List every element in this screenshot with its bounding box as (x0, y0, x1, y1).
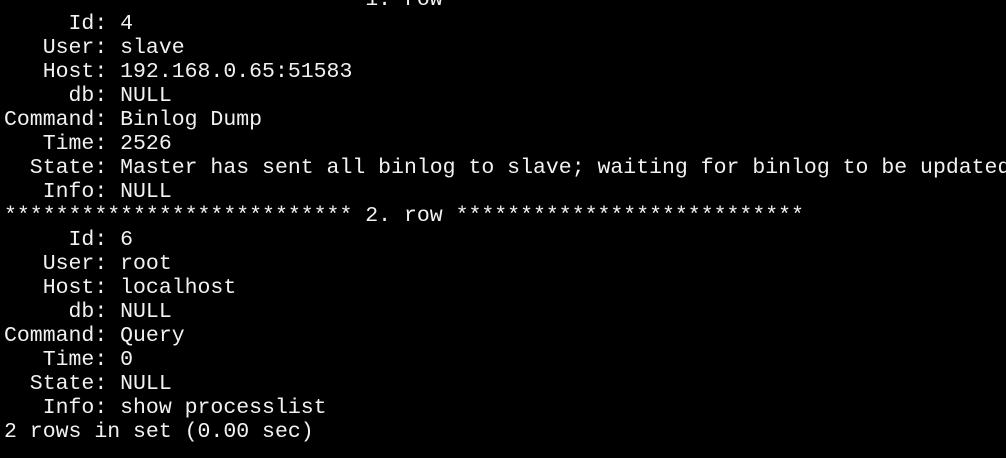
row-separator-2: *************************** 2. row *****… (4, 204, 804, 228)
row-separator-1: *************************** 1. row *****… (4, 0, 804, 12)
result-summary: 2 rows in set (0.00 sec) (4, 420, 314, 444)
terminal-output[interactable]: *************************** 1. row *****… (0, 0, 1006, 458)
field-id-row-2: Id: 6 (4, 228, 134, 252)
field-info-row-1: Info: NULL (4, 180, 172, 204)
field-user-row-2: User: root (4, 252, 172, 276)
field-command-row-1: Command: Binlog Dump (4, 108, 263, 132)
field-time-row-1: Time: 2526 (4, 132, 172, 156)
field-user-row-1: User: slave (4, 36, 185, 60)
field-host-row-1: Host: 192.168.0.65:51583 (4, 60, 353, 84)
field-command-row-2: Command: Query (4, 324, 185, 348)
field-id-row-1: Id: 4 (4, 12, 134, 36)
field-db-row-1: db: NULL (4, 84, 172, 108)
field-state-row-1: State: Master has sent all binlog to sla… (4, 156, 1006, 180)
field-db-row-2: db: NULL (4, 300, 172, 324)
field-time-row-2: Time: 0 (4, 348, 134, 372)
field-state-row-2: State: NULL (4, 372, 172, 396)
field-host-row-2: Host: localhost (4, 276, 237, 300)
field-info-row-2: Info: show processlist (4, 396, 327, 420)
